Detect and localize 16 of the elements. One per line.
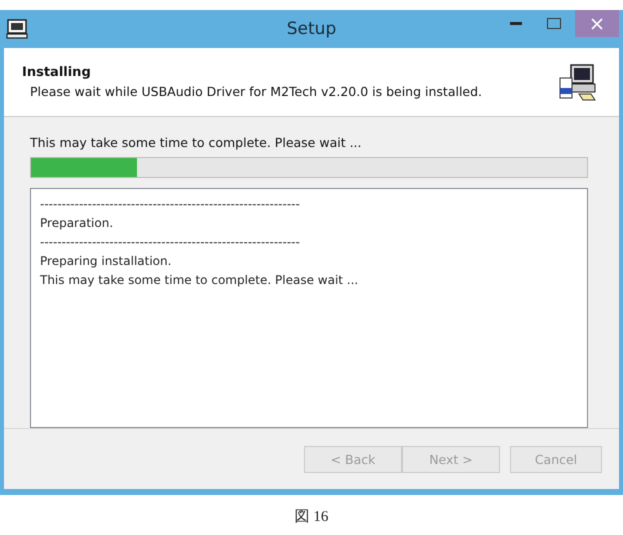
minimize-icon: [510, 22, 522, 26]
maximize-icon: [547, 18, 561, 29]
window-title: Setup: [286, 18, 336, 39]
page-subtitle: Please wait while USBAudio Driver for M2Tech v2.20.0 is being installed.: [29, 84, 484, 100]
computer-install-icon: [557, 62, 597, 102]
figure-caption: 図 16: [294, 508, 330, 526]
close-icon: [591, 18, 603, 30]
log-line: ------------------------------------------------------------: [40, 234, 301, 252]
close-button[interactable]: [575, 10, 619, 37]
log-line: ------------------------------------------------------------: [40, 196, 301, 214]
computer-icon: [6, 18, 28, 39]
page-title: Installing: [22, 65, 92, 80]
log-line: Preparing installation.: [40, 253, 172, 270]
status-text: This may take some time to complete. Please wait ...: [30, 135, 363, 152]
log-line: This may take some time to complete. Please wait ...: [40, 272, 360, 290]
log-line: Preparation.: [40, 215, 114, 232]
